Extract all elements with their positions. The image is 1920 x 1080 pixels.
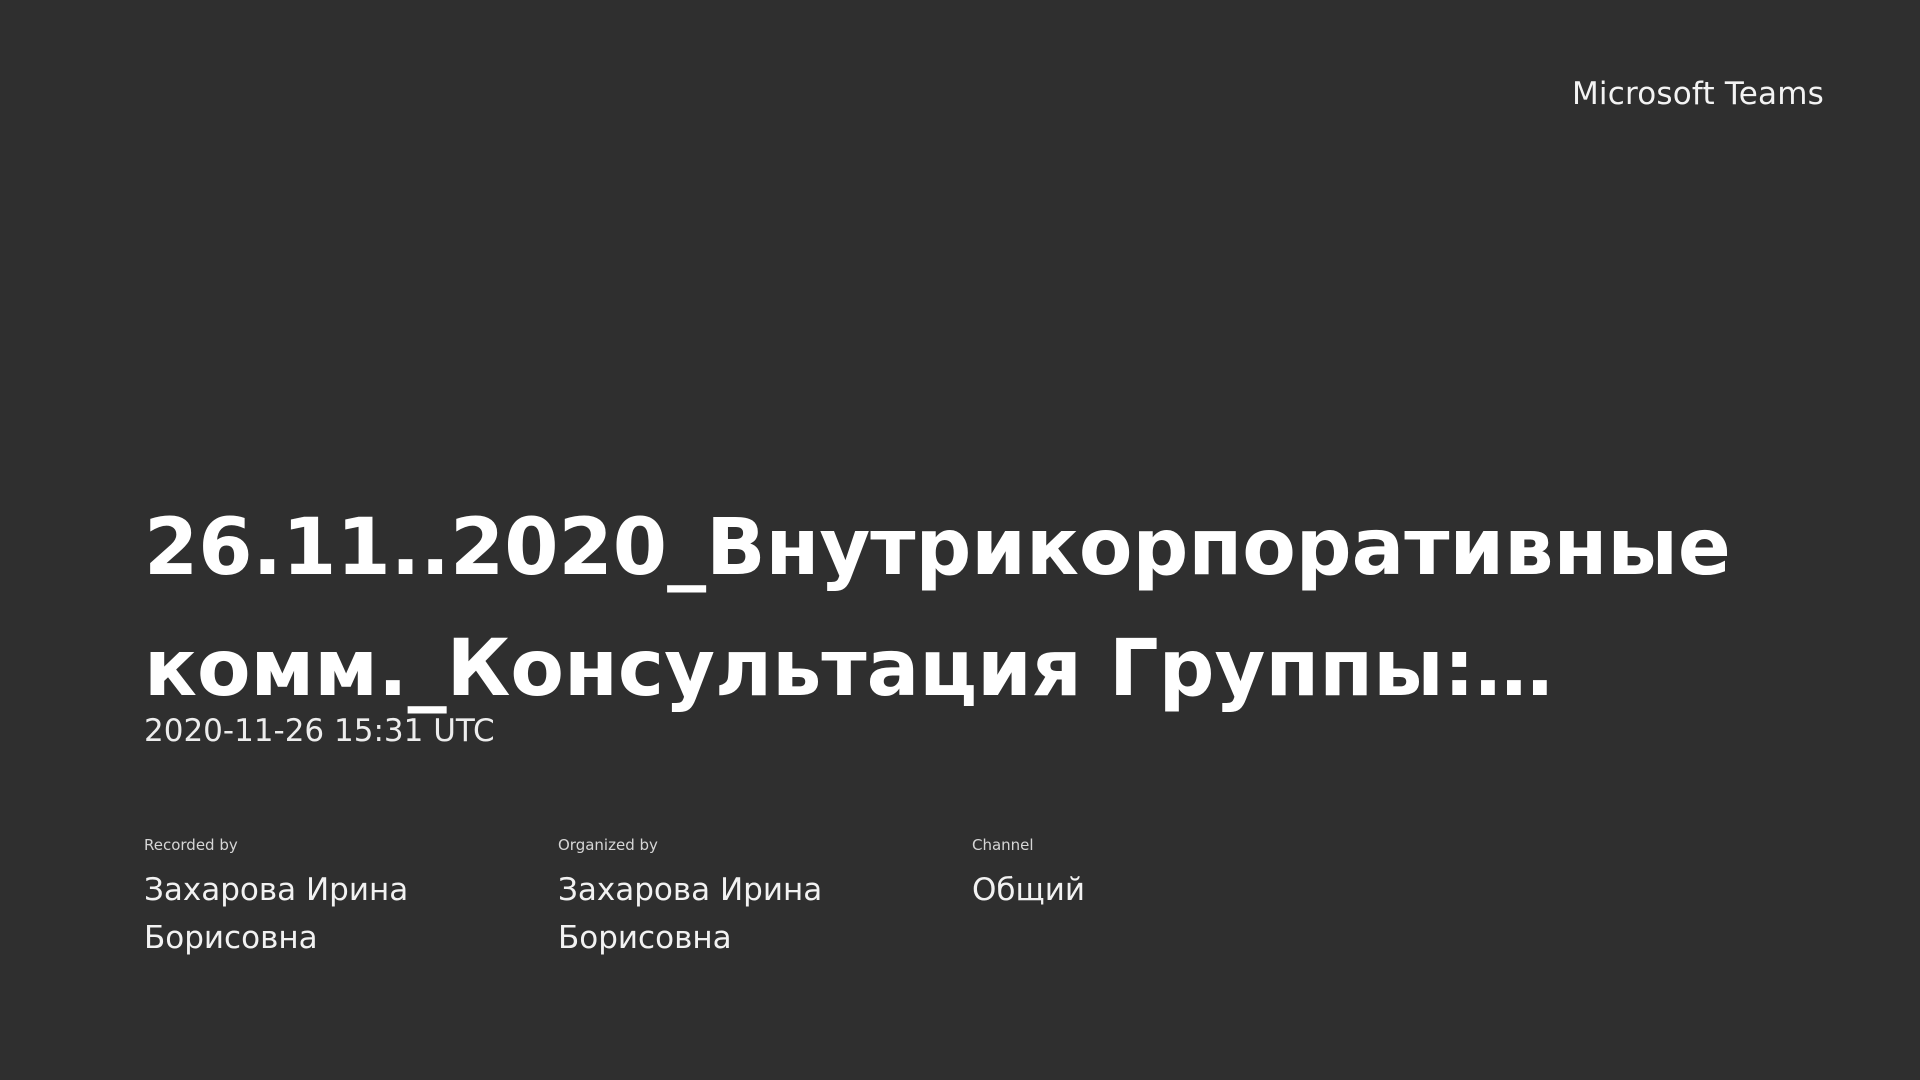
channel-value: Общий [972, 872, 1086, 908]
brand-label: Microsoft Teams [1571, 76, 1824, 112]
recorded-by-value: Захарова Ирина Борисовна [144, 872, 409, 956]
organized-by-value: Захарова Ирина Борисовна [558, 872, 823, 956]
organized-by-section: Organized by Захарова Ирина Борисовна [558, 834, 972, 962]
recording-title-card: Microsoft Teams 26.11..2020_Внутрикорпор… [0, 0, 1920, 1080]
recording-title: 26.11..2020_Внутрикорпоративные комм._Ко… [144, 503, 1731, 714]
organized-by-label: Organized by [558, 836, 658, 854]
recording-timestamp: 2020-11-26 15:31 UTC [144, 713, 495, 749]
recording-metadata: Recorded by Захарова Ирина Борисовна Org… [144, 834, 1386, 962]
channel-label: Channel [972, 836, 1034, 854]
channel-section: Channel Общий [972, 834, 1386, 962]
recorded-by-section: Recorded by Захарова Ирина Борисовна [144, 834, 558, 962]
recorded-by-label: Recorded by [144, 836, 238, 854]
